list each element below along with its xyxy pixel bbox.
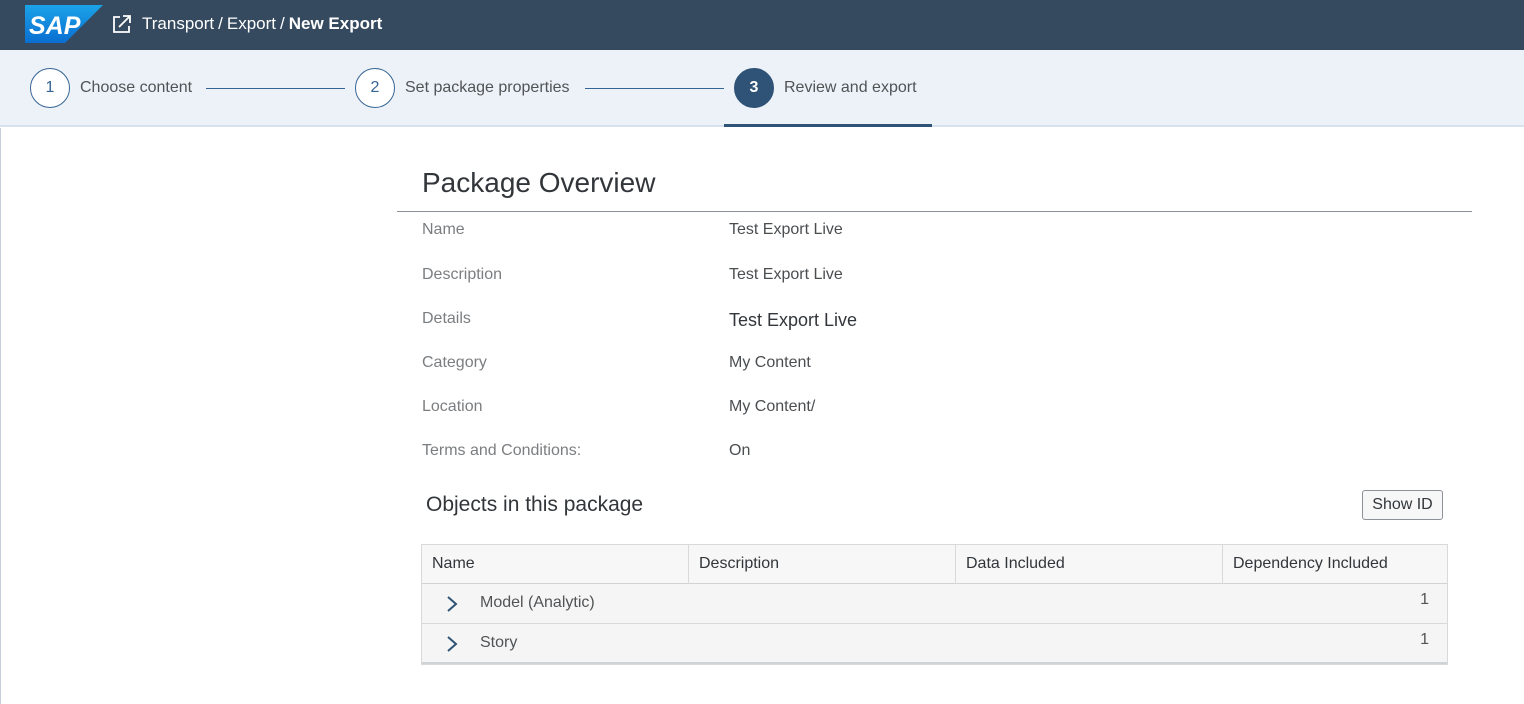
row-name: Model (Analytic) — [480, 594, 595, 611]
show-id-button[interactable]: Show ID — [1362, 490, 1443, 520]
active-step-indicator — [724, 124, 932, 127]
objects-table: Name Description Data Included Dependenc… — [421, 544, 1448, 665]
description-value: Test Export Live — [729, 266, 843, 283]
name-value: Test Export Live — [729, 221, 843, 238]
description-label: Description — [422, 266, 503, 283]
details-label: Details — [422, 310, 471, 327]
details-value: Test Export Live — [729, 310, 858, 330]
row-name: Story — [480, 634, 518, 651]
row-dependency-count: 1 — [1420, 631, 1429, 648]
category-label: Category — [422, 354, 487, 371]
step-label-3: Review and export — [784, 79, 917, 96]
category-value: My Content — [729, 354, 811, 371]
wizard-step-2[interactable]: 2 Set package properties — [355, 68, 570, 108]
export-icon — [113, 15, 131, 33]
wizard-step-3[interactable]: 3 Review and export — [734, 68, 917, 108]
divider — [397, 211, 1472, 212]
step-connector — [206, 88, 345, 89]
wizard-progress-bar: 1 Choose content 2 Set package propertie… — [0, 50, 1524, 127]
sap-logo[interactable]: SAP — [25, 5, 103, 43]
content-border — [0, 128, 1, 704]
step-number-2: 2 — [355, 68, 395, 108]
column-header-dependency-included[interactable]: Dependency Included — [1223, 545, 1447, 584]
terms-label: Terms and Conditions: — [422, 442, 582, 459]
terms-value: On — [729, 442, 751, 459]
column-header-data-included[interactable]: Data Included — [956, 545, 1223, 584]
shell-header: SAP Transport / Export / New Export — [0, 0, 1524, 50]
breadcrumb-export[interactable]: Export — [227, 14, 276, 33]
row-dependency-count: 1 — [1420, 591, 1429, 608]
table-row[interactable]: Story 1 — [422, 624, 1447, 664]
table-row[interactable]: Model (Analytic) 1 — [422, 584, 1447, 624]
step-label-2: Set package properties — [405, 79, 570, 96]
chevron-right-icon[interactable] — [444, 595, 460, 613]
breadcrumb: Transport / Export / New Export — [142, 13, 382, 35]
objects-title: Objects in this package — [426, 493, 644, 516]
breadcrumb-transport[interactable]: Transport — [142, 14, 214, 33]
wizard-step-1[interactable]: 1 Choose content — [30, 68, 192, 108]
step-number-3: 3 — [734, 68, 774, 108]
package-overview-title: Package Overview — [422, 167, 656, 198]
location-label: Location — [422, 398, 483, 415]
step-number-1: 1 — [30, 68, 70, 108]
sap-logo-text: SAP — [29, 12, 81, 40]
column-header-description[interactable]: Description — [689, 545, 956, 584]
table-header: Name Description Data Included Dependenc… — [422, 545, 1447, 584]
breadcrumb-separator: / — [280, 14, 285, 33]
name-label: Name — [422, 221, 465, 238]
column-header-name[interactable]: Name — [422, 545, 689, 584]
chevron-right-icon[interactable] — [444, 635, 460, 653]
step-connector — [585, 88, 724, 89]
step-label-1: Choose content — [80, 79, 193, 96]
breadcrumb-current: New Export — [288, 14, 383, 33]
location-value: My Content/ — [729, 398, 816, 415]
breadcrumb-separator: / — [218, 14, 223, 33]
